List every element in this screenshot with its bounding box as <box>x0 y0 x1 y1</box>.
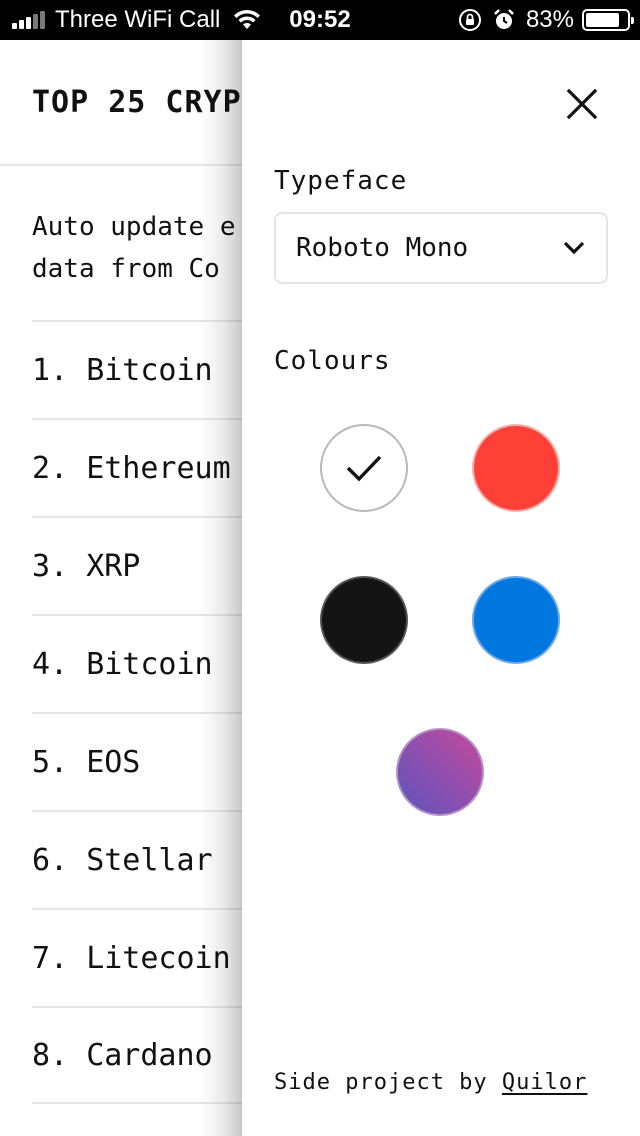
close-icon <box>567 89 597 119</box>
battery-level <box>586 13 620 27</box>
coin-rank: 8. <box>32 1037 69 1073</box>
credit-text: Side project by Quilor <box>274 1070 587 1095</box>
coin-name: XRP <box>86 548 141 584</box>
typeface-label: Typeface <box>274 166 408 196</box>
panel-shadow <box>200 40 242 1136</box>
checkmark-icon <box>346 455 382 482</box>
colour-swatch-white[interactable] <box>320 424 408 512</box>
coin-rank: 2. <box>32 450 69 486</box>
battery-percent: 83% <box>525 6 574 33</box>
close-button[interactable] <box>562 84 602 124</box>
coin-name: Bitcoin <box>86 352 213 388</box>
coin-rank: 6. <box>32 842 69 878</box>
settings-panel: Typeface Roboto Mono Colours Side projec… <box>242 40 640 1136</box>
alarm-icon <box>494 9 514 29</box>
typeface-select[interactable]: Roboto Mono <box>274 212 608 284</box>
colour-swatch-black[interactable] <box>320 576 408 664</box>
coin-rank: 7. <box>32 940 69 976</box>
colour-swatch-red[interactable] <box>472 424 560 512</box>
status-bar-right: 83% <box>458 0 634 40</box>
chevron-down-icon <box>563 241 585 255</box>
coin-name: Bitcoin <box>86 646 213 682</box>
coin-rank: 1. <box>32 352 69 388</box>
coin-name: Cardano <box>86 1037 213 1073</box>
coin-rank: 3. <box>32 548 69 584</box>
credit-prefix: Side project by <box>274 1070 502 1095</box>
coin-name: Stellar <box>86 842 213 878</box>
coin-rank: 5. <box>32 744 69 780</box>
status-bar: Three WiFi Call 09:52 83% <box>0 0 640 40</box>
coin-name: EOS <box>86 744 141 780</box>
coin-rank: 4. <box>32 646 69 682</box>
orientation-lock-icon <box>458 9 481 31</box>
battery-icon <box>582 9 634 31</box>
colour-swatch-purple[interactable] <box>396 728 484 816</box>
colours-label: Colours <box>274 346 391 376</box>
colour-swatch-blue[interactable] <box>472 576 560 664</box>
credit-link[interactable]: Quilor <box>502 1070 587 1095</box>
typeface-value: Roboto Mono <box>296 233 469 263</box>
